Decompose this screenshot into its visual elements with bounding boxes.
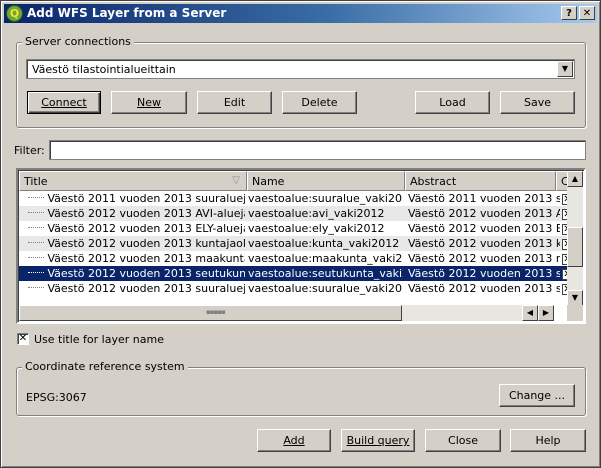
scroll-right-icon[interactable]: ▶: [538, 305, 554, 321]
row-title: Väestö 2012 vuoden 2013 ELY-aluejaolla: [47, 222, 246, 235]
row-name: vaestoalue:suuralue_vaki2012: [248, 282, 403, 295]
table-rows: Väestö 2011 vuoden 2013 suuraluejaolla v…: [19, 191, 572, 296]
row-abstract: Väestö 2012 vuoden 2013 maakuntajaolla: [408, 252, 560, 265]
scroll-up-icon[interactable]: ▲: [567, 171, 583, 187]
column-header-name[interactable]: Name: [247, 171, 405, 191]
chevron-down-icon[interactable]: ▼: [557, 61, 573, 77]
crs-group-label: Coordinate reference system: [22, 360, 188, 373]
scroll-corner: [567, 305, 583, 321]
new-connection-button[interactable]: New: [111, 91, 187, 114]
scroll-down-icon[interactable]: ▼: [567, 290, 583, 306]
vertical-scrollbar[interactable]: ▲ ▼: [567, 171, 583, 306]
horizontal-scrollbar[interactable]: ▪▪▪▪▪ ◀ ▶: [19, 305, 554, 321]
connect-button[interactable]: Connect: [27, 91, 101, 114]
table-row[interactable]: Väestö 2012 vuoden 2013 maakuntajaolla v…: [19, 251, 572, 266]
column-header-title[interactable]: Title ▽: [19, 171, 247, 191]
row-name: vaestoalue:seutukunta_vaki2012: [248, 267, 403, 280]
connect-button-label: Connect: [41, 96, 87, 109]
window-title: Add WFS Layer from a Server: [27, 6, 227, 20]
row-name: vaestoalue:avi_vaki2012: [248, 207, 385, 220]
row-title: Väestö 2012 vuoden 2013 maakuntajaolla: [47, 252, 246, 265]
row-name: vaestoalue:maakunta_vaki2012: [248, 252, 403, 265]
column-header-abstract[interactable]: Abstract: [405, 171, 556, 191]
close-button[interactable]: Close: [425, 429, 501, 452]
server-connections-group: [16, 42, 586, 128]
row-name: vaestoalue:suuralue_vaki2011: [248, 192, 403, 205]
horizontal-scroll-thumb[interactable]: ▪▪▪▪▪: [19, 305, 402, 321]
row-title: Väestö 2011 vuoden 2013 suuraluejaolla: [47, 192, 246, 205]
build-query-button[interactable]: Build query: [341, 429, 415, 452]
qgis-logo-icon: Q: [6, 5, 23, 22]
row-title: Väestö 2012 vuoden 2013 seutukuntajaolla: [47, 267, 246, 280]
use-title-checkbox[interactable]: ✕: [17, 333, 29, 345]
row-abstract: Väestö 2011 vuoden 2013 suuraluejaolla: [408, 192, 560, 205]
row-title: Väestö 2012 vuoden 2013 AVI-aluejaolla: [47, 207, 246, 220]
add-wfs-layer-dialog: Q Add WFS Layer from a Server ? ✕ Server…: [0, 0, 601, 468]
table-row-selected[interactable]: Väestö 2012 vuoden 2013 seutukuntajaolla…: [19, 266, 572, 281]
table-row[interactable]: Väestö 2011 vuoden 2013 suuraluejaolla v…: [19, 191, 572, 206]
title-bar[interactable]: Q Add WFS Layer from a Server ? ✕: [4, 4, 597, 23]
table-row[interactable]: Väestö 2012 vuoden 2013 ELY-aluejaolla v…: [19, 221, 572, 236]
row-title: Väestö 2012 vuoden 2013 suuraluejaolla: [47, 282, 246, 295]
row-abstract: Väestö 2012 vuoden 2013 ELY-aluejaolla: [408, 222, 560, 235]
table-row[interactable]: Väestö 2012 vuoden 2013 AVI-aluejaolla v…: [19, 206, 572, 221]
column-title-label: Title: [24, 175, 48, 188]
add-button[interactable]: Add: [257, 429, 331, 452]
row-abstract: Väestö 2012 vuoden 2013 kuntajaolla: [408, 237, 560, 250]
load-connections-button[interactable]: Load: [415, 91, 490, 114]
crs-value: EPSG:3067: [26, 391, 87, 404]
scroll-left-icon[interactable]: ◀: [522, 305, 538, 321]
filter-input[interactable]: [49, 140, 586, 160]
delete-connection-button[interactable]: Delete: [282, 91, 357, 114]
filter-label: Filter:: [14, 144, 45, 157]
row-abstract: Väestö 2012 vuoden 2013 AVI-aluejaolla: [408, 207, 560, 220]
close-window-button[interactable]: ✕: [579, 6, 595, 20]
table-header: Title ▽ Name Abstract Ca: [19, 171, 572, 191]
row-abstract: Väestö 2012 vuoden 2013 seutukuntajaolla: [408, 267, 560, 280]
change-crs-button[interactable]: Change ...: [499, 384, 575, 407]
row-title: Väestö 2012 vuoden 2013 kuntajaolla: [47, 237, 246, 250]
table-row[interactable]: Väestö 2012 vuoden 2013 kuntajaolla vaes…: [19, 236, 572, 251]
row-name: vaestoalue:ely_vaki2012: [248, 222, 385, 235]
new-button-label: New: [137, 96, 161, 109]
selected-connection-text: Väestö tilastointialueittain: [32, 63, 176, 76]
help-title-button[interactable]: ?: [561, 6, 577, 20]
grip-icon: ▪▪▪▪▪: [206, 308, 226, 316]
use-title-label: Use title for layer name: [34, 333, 164, 346]
edit-connection-button[interactable]: Edit: [197, 91, 272, 114]
table-row[interactable]: Väestö 2012 vuoden 2013 suuraluejaolla v…: [19, 281, 572, 296]
server-connections-label: Server connections: [22, 35, 134, 48]
server-connection-select[interactable]: Väestö tilastointialueittain ▼: [26, 59, 575, 79]
add-button-label: Add: [283, 434, 305, 447]
row-abstract: Väestö 2012 vuoden 2013 suuraluejaolla: [408, 282, 560, 295]
build-query-button-label: Build query: [346, 434, 410, 447]
save-connections-button[interactable]: Save: [500, 91, 575, 114]
help-button[interactable]: Help: [510, 429, 586, 452]
row-name: vaestoalue:kunta_vaki2012: [248, 237, 400, 250]
sort-descending-icon: ▽: [232, 175, 240, 186]
layer-table: Title ▽ Name Abstract Ca Väestö 2011 vuo…: [16, 168, 586, 324]
vertical-scroll-thumb[interactable]: [567, 227, 583, 267]
